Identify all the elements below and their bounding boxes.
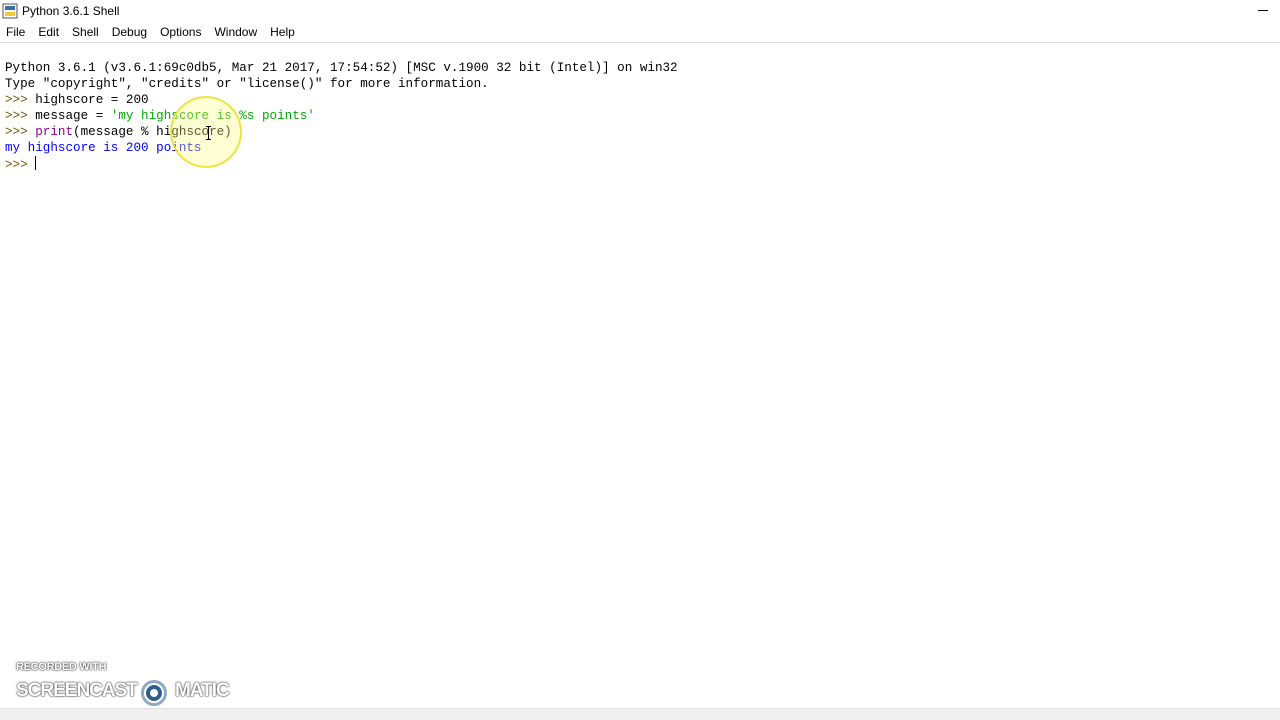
string-literal: 'my highscore is %s points' [110,109,315,123]
input-line-2: >>> message = 'my highscore is %s points… [5,108,1280,124]
banner-line-1: Python 3.6.1 (v3.6.1:69c0db5, Mar 21 201… [5,61,678,75]
shell-text-area[interactable]: Python 3.6.1 (v3.6.1:69c0db5, Mar 21 201… [0,43,1280,708]
title-bar[interactable]: Python 3.6.1 Shell [0,0,1280,22]
input-text: highscore = 200 [35,93,149,107]
shell-prompt: >>> [5,109,36,123]
python-icon [2,3,18,19]
shell-prompt: >>> [5,158,36,172]
minimize-button[interactable] [1234,0,1280,22]
shell-prompt: >>> [5,93,36,107]
output-line-1: my highscore is 200 points [5,141,202,155]
menu-file[interactable]: File [0,23,32,41]
minimize-icon [1258,10,1268,11]
input-line-1: >>> highscore = 200 [5,92,1280,108]
input-line-3: >>> print(message % highscore) [5,124,1280,140]
menu-bar: File Edit Shell Debug Options Window Hel… [0,22,1280,43]
menu-edit[interactable]: Edit [32,23,66,41]
input-text: (message % highscore) [73,125,232,139]
menu-options[interactable]: Options [154,23,208,41]
window-title: Python 3.6.1 Shell [22,4,120,18]
builtin-keyword: print [35,125,74,139]
input-line-current[interactable]: >>> [5,156,1280,172]
shell-prompt: >>> [5,125,36,139]
menu-debug[interactable]: Debug [106,23,154,41]
status-bar [0,708,1280,720]
banner-line-2: Type "copyright", "credits" or "license(… [5,77,489,91]
input-text: message = [35,109,111,123]
menu-window[interactable]: Window [208,23,264,41]
menu-help[interactable]: Help [264,23,302,41]
idle-shell-window: Python 3.6.1 Shell File Edit Shell Debug… [0,0,1280,720]
menu-shell[interactable]: Shell [66,23,106,41]
text-caret [35,156,37,170]
